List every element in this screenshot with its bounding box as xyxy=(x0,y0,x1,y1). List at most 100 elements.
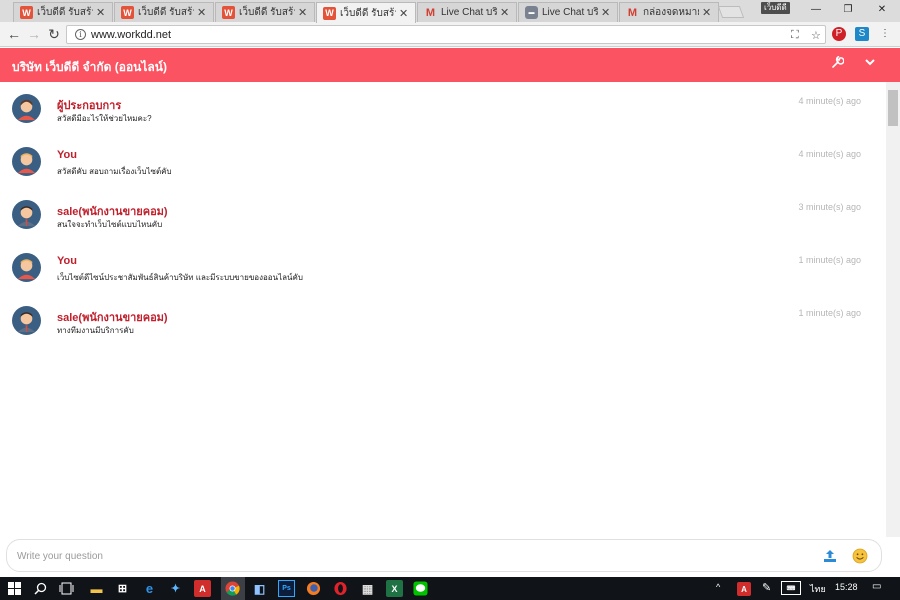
female-avatar xyxy=(12,94,41,123)
workdd-favicon-icon: W xyxy=(20,6,33,19)
info-icon[interactable]: i xyxy=(75,29,86,40)
message-text: สวัสดีคับ สอบถามเรื่องเว็บไซต์คับ xyxy=(57,167,172,176)
app-bird-icon[interactable]: ✦ xyxy=(167,580,184,597)
close-tab-icon[interactable]: ✕ xyxy=(197,6,207,19)
photoshop-icon[interactable]: Ps xyxy=(278,580,295,597)
chat-message: ผู้ประกอบการ สวัสดีมีอะไรให้ช่วยไหมคะ? 4… xyxy=(0,92,886,145)
edge-icon[interactable]: e xyxy=(141,580,158,597)
close-tab-icon[interactable]: ✕ xyxy=(702,6,712,19)
browser-toolbar: ← → ↻ i www.workdd.net ⛶ ☆ P S ⋮ xyxy=(0,22,900,47)
user-avatar xyxy=(12,253,41,282)
browser-tab-7[interactable]: M กล่องจดหมาย ( ✕ xyxy=(619,2,719,22)
acrobat-icon[interactable]: A xyxy=(194,580,211,597)
back-arrow-icon[interactable]: ← xyxy=(6,26,22,42)
firefox-icon[interactable] xyxy=(305,580,322,597)
message-timestamp: 1 minute(s) ago xyxy=(798,308,861,318)
pen-icon[interactable]: ✎ xyxy=(762,581,771,594)
reload-icon[interactable]: ↻ xyxy=(46,26,62,42)
gmail-icon: M xyxy=(627,6,638,19)
workdd-favicon-icon: W xyxy=(323,6,336,20)
url-text: www.workdd.net xyxy=(91,29,172,41)
chrome-icon[interactable] xyxy=(224,580,241,597)
tab-title: เว็บดีดี รับสร้าง xyxy=(340,7,396,19)
message-text: สนใจจะทำเว็บไซต์แบบไหนคับ xyxy=(57,220,163,229)
browser-tab-5[interactable]: M Live Chat บริษั ✕ xyxy=(417,2,517,22)
close-tab-icon[interactable]: ✕ xyxy=(399,7,409,20)
chat-message: You สวัสดีคับ สอบถามเรื่องเว็บไซต์คับ 4 … xyxy=(0,145,886,198)
message-text: เว็บไซต์ดีไซน์ประชาสัมพันธ์สินค้าบริษัท … xyxy=(57,273,303,282)
message-timestamp: 4 minute(s) ago xyxy=(798,96,861,106)
chevron-down-icon[interactable] xyxy=(862,56,878,72)
message-text: สวัสดีมีอะไรให้ช่วยไหมคะ? xyxy=(57,114,152,123)
opera-icon[interactable] xyxy=(332,580,349,597)
message-text: ทางทีมงานมีบริการคับ xyxy=(57,326,134,335)
browser-tab-4-active[interactable]: W เว็บดีดี รับสร้าง ✕ xyxy=(316,2,416,23)
chat-title: บริษัท เว็บดีดี จำกัด (ออนไลน์) xyxy=(12,60,167,74)
chat-message: sale(พนักงานขายคอม) สนใจจะทำเว็บไซต์แบบไ… xyxy=(0,198,886,251)
windows-start-icon[interactable] xyxy=(6,580,23,597)
message-list: ผู้ประกอบการ สวัสดีมีอะไรให้ช่วยไหมคะ? 4… xyxy=(0,82,886,537)
tray-acrobat-icon[interactable]: A xyxy=(737,582,751,596)
message-timestamp: 4 minute(s) ago xyxy=(798,149,861,159)
wrench-icon[interactable] xyxy=(829,54,845,72)
tab-title: เว็บดีดี รับสร้าง xyxy=(138,7,194,18)
sender-name: You xyxy=(57,149,77,161)
notification-icon[interactable]: ▭ xyxy=(872,581,881,592)
close-tab-icon[interactable]: ✕ xyxy=(601,6,611,19)
browser-tab-6[interactable]: ▬ Live Chat บริษั ✕ xyxy=(518,2,618,22)
question-input[interactable] xyxy=(17,548,797,564)
browser-tab-1[interactable]: W เว็บดีดี รับสร้าง ✕ xyxy=(13,2,113,22)
restore-icon[interactable]: ❐ xyxy=(838,3,858,17)
file-explorer-icon[interactable]: ▬ xyxy=(88,580,105,597)
pinterest-extension-icon[interactable]: P xyxy=(832,27,846,41)
calculator-icon[interactable]: ▦ xyxy=(359,580,376,597)
user-avatar xyxy=(12,147,41,176)
tab-title: กล่องจดหมาย ( xyxy=(643,7,699,18)
tray-time[interactable]: 15:28 xyxy=(835,582,858,592)
excel-icon[interactable]: X xyxy=(386,580,403,597)
agent-avatar xyxy=(12,306,41,335)
minimize-icon[interactable]: — xyxy=(806,3,826,17)
profile-button[interactable]: เว็บดีดี xyxy=(761,2,790,14)
gmail-icon: M xyxy=(425,6,436,19)
search-icon[interactable] xyxy=(32,580,49,597)
chat-message: You เว็บไซต์ดีไซน์ประชาสัมพันธ์สินค้าบริ… xyxy=(0,251,886,304)
address-bar[interactable]: i www.workdd.net ⛶ ☆ xyxy=(66,25,826,44)
browser-tab-strip: W เว็บดีดี รับสร้าง ✕ W เว็บดีดี รับสร้า… xyxy=(0,0,900,23)
message-timestamp: 1 minute(s) ago xyxy=(798,255,861,265)
windows-taskbar: ▬ ⊞ e ✦ A ◧ Ps ▦ X ^ A ✎ ⌨ ▂▄▆ ไทย 15:28… xyxy=(0,577,900,600)
upload-icon[interactable] xyxy=(822,548,838,564)
close-tab-icon[interactable]: ✕ xyxy=(96,6,106,19)
chat-message: sale(พนักงานขายคอม) ทางทีมงานมีบริการคับ… xyxy=(0,304,886,357)
tab-title: Live Chat บริษั xyxy=(441,7,497,18)
browser-tab-2[interactable]: W เว็บดีดี รับสร้าง ✕ xyxy=(114,2,214,22)
tray-language[interactable]: ไทย xyxy=(810,582,826,596)
app-window-icon[interactable]: ◧ xyxy=(251,580,268,597)
menu-dots-icon[interactable]: ⋮ xyxy=(878,27,892,41)
tray-chevron-up-icon[interactable]: ^ xyxy=(716,582,720,592)
bookmark-star-icon[interactable]: ☆ xyxy=(811,29,821,42)
workdd-favicon-icon: W xyxy=(121,6,134,19)
task-view-icon[interactable] xyxy=(58,580,75,597)
tab-title: เว็บดีดี รับสร้าง xyxy=(239,7,295,18)
forward-arrow-icon[interactable]: → xyxy=(26,26,42,42)
store-icon[interactable]: ⊞ xyxy=(114,580,131,597)
translate-icon[interactable]: ⛶ xyxy=(791,29,799,42)
message-timestamp: 3 minute(s) ago xyxy=(798,202,861,212)
skype-extension-icon[interactable]: S xyxy=(855,27,869,41)
new-tab-button[interactable] xyxy=(717,6,745,18)
close-tab-icon[interactable]: ✕ xyxy=(298,6,308,19)
keyboard-icon[interactable]: ⌨ xyxy=(781,581,801,595)
close-tab-icon[interactable]: ✕ xyxy=(500,6,510,19)
browser-tab-3[interactable]: W เว็บดีดี รับสร้าง ✕ xyxy=(215,2,315,22)
emoji-icon[interactable] xyxy=(852,548,868,564)
line-app-icon[interactable] xyxy=(412,580,429,597)
sender-name: You xyxy=(57,255,77,267)
tab-title: Live Chat บริษั xyxy=(542,7,598,18)
chat-header: บริษัท เว็บดีดี จำกัด (ออนไลน์) xyxy=(0,48,900,82)
scrollbar-thumb[interactable] xyxy=(888,90,898,126)
scrollbar-track[interactable] xyxy=(886,82,900,537)
tab-title: เว็บดีดี รับสร้าง xyxy=(37,7,93,18)
window-close-icon[interactable]: ✕ xyxy=(872,3,892,17)
agent-avatar xyxy=(12,200,41,229)
